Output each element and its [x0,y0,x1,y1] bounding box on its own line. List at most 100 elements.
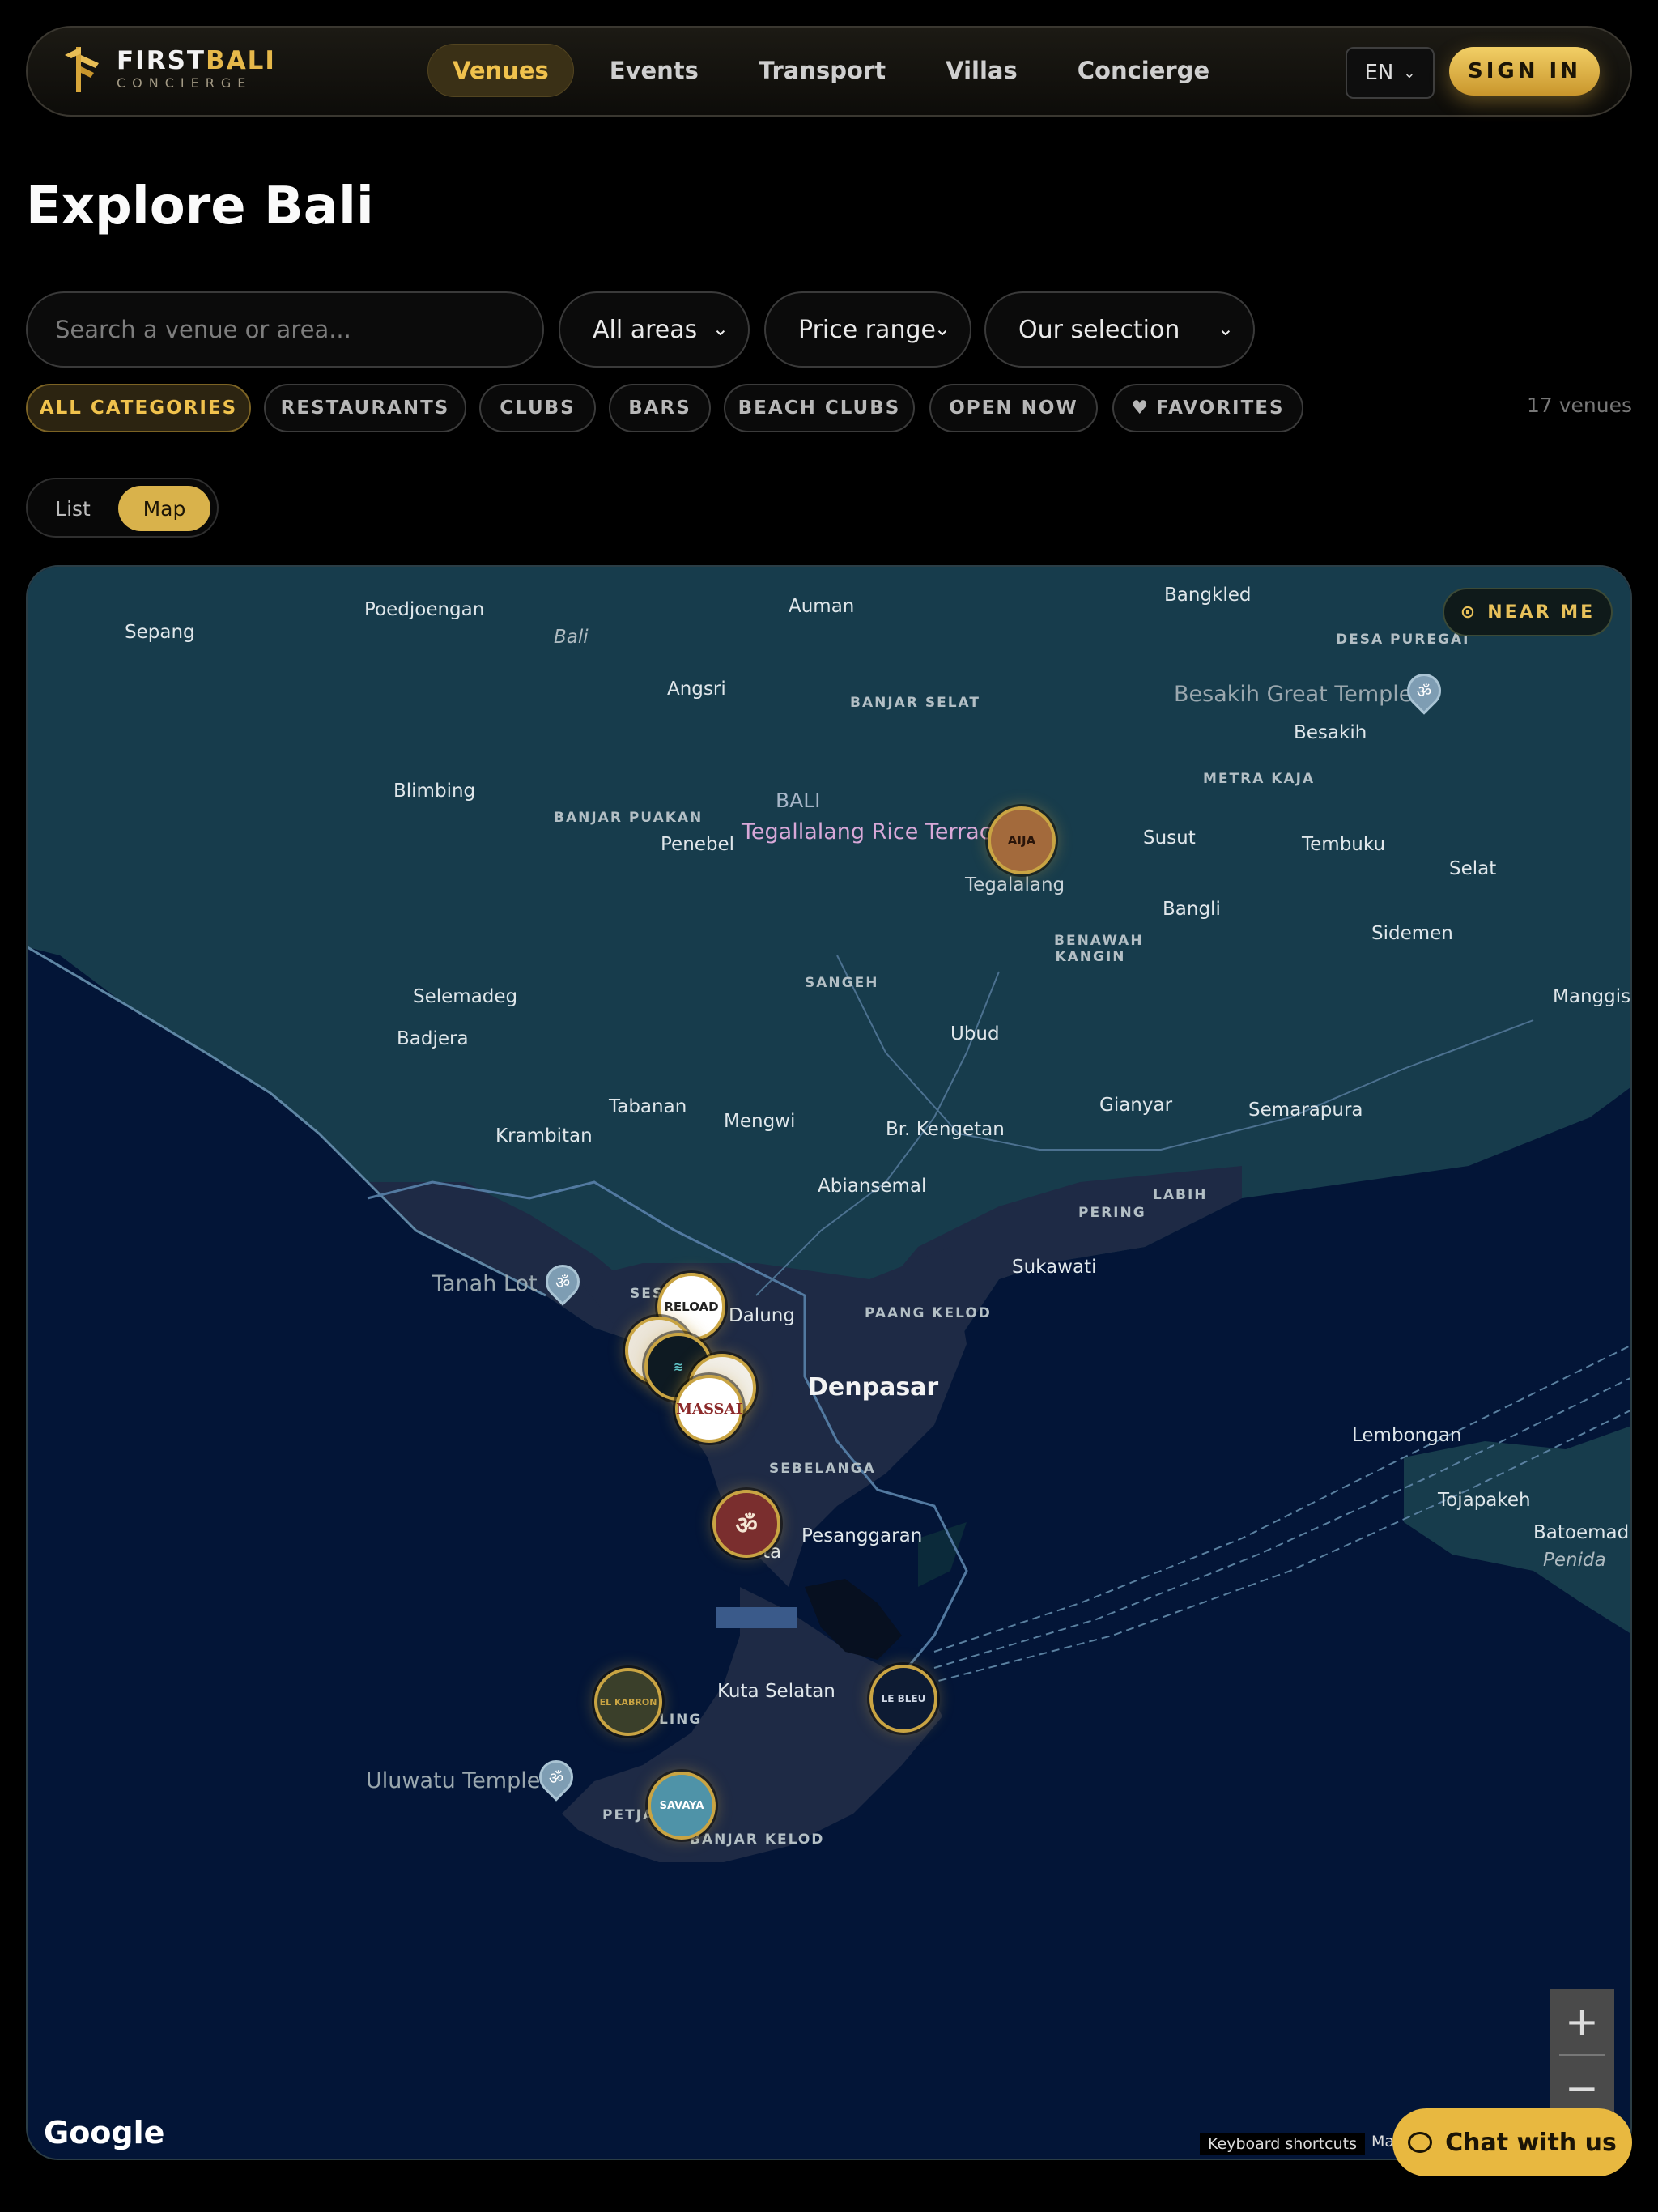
venue-marker-le-bleu-label: LE BLEU [881,1693,926,1704]
brand-logo[interactable]: FIRSTBALI CONCIERGE [60,44,276,94]
area-select[interactable]: All areas ⌄ [559,291,750,368]
list-view-button[interactable]: List [37,486,108,531]
map-label-labih: LABIH [1153,1187,1208,1203]
brand-tagline: CONCIERGE [117,74,253,91]
map-label-tabanan: Tabanan [609,1096,687,1117]
category-beach-clubs[interactable]: BEACH CLUBS [724,384,915,432]
price-select-value: Price range [798,315,936,344]
venue-marker-reload-label: RELOAD [664,1300,719,1314]
venue-marker-ganesha[interactable]: ॐ [712,1490,780,1558]
map-label-badjera: Badjera [397,1028,469,1049]
map-label-manggis: Manggis [1553,986,1631,1007]
category-restaurants[interactable]: RESTAURANTS [264,384,466,432]
venue-marker-el-kabron[interactable]: EL KABRON [594,1668,662,1736]
chat-button[interactable]: Chat with us [1392,2108,1632,2176]
area-select-value: All areas [593,315,698,344]
map-terrain [28,567,1630,1862]
map-view-button[interactable]: Map [118,486,210,531]
main-menu: Venues Events Transport Villas Concierge [427,44,1245,97]
map-label-bali: BALI [776,789,821,812]
map-label-sepang: Sepang [125,622,195,643]
chevron-down-icon: ⌄ [1217,317,1234,340]
map-label-sukawati: Sukawati [1012,1257,1097,1278]
map-label-gianyar: Gianyar [1099,1095,1173,1116]
google-logo: Google [44,2115,165,2150]
venue-marker-aija-label: AIJA [1007,833,1036,848]
map-label-bangkled: Bangkled [1164,585,1252,606]
map-label-sangeh: SANGEH [805,975,879,991]
venue-marker-savaya-label: SAVAYA [659,1799,704,1812]
map-label-penebel: Penebel [661,834,735,855]
map-label-benawah: BENAWAH KANGIN [1054,933,1144,965]
map-label-paang-kelod: PAANG KELOD [865,1305,992,1321]
chevron-down-icon: ⌄ [933,317,950,340]
category-all[interactable]: ALL CATEGORIES [26,384,251,432]
zoom-controls: + − [1550,1989,1614,2121]
map-label-mengwi: Mengwi [724,1111,796,1132]
map-label-besakih-temple: Besakih Great Temple [1174,682,1413,707]
nav-concierge[interactable]: Concierge [1053,44,1234,97]
venue-count: 17 venues [1526,393,1632,417]
nav-events[interactable]: Events [585,44,723,97]
map-label-bangli: Bangli [1163,899,1221,920]
map-label-tojapakeh: Tojapakeh [1438,1490,1531,1511]
map-label-tanah-lot: Tanah Lot [432,1271,538,1296]
map-label-banjar-kelod: BANJAR KELOD [690,1831,825,1848]
map-label-banjar-puakan: BANJAR PUAKAN [554,810,704,826]
venue-marker-aija[interactable]: AIJA [988,806,1056,874]
map-label-blimbing: Blimbing [393,781,476,802]
map-label-ling: LING [659,1712,703,1728]
ganesha-icon: ॐ [735,1511,758,1540]
brand-word-first: FIRST [117,45,206,75]
brand-word-bali: BALI [206,45,276,75]
price-select[interactable]: Price range ⌄ [764,291,971,368]
category-favorites[interactable]: ♥ FAVORITES [1112,384,1303,432]
map-label-desa-puregai: DESA PUREGAI [1336,632,1470,648]
map-label-susut: Susut [1143,827,1196,849]
zoom-in-button[interactable]: + [1550,1989,1614,2055]
map-label-selemadeg: Selemadeg [413,986,518,1007]
map-label-poedjoengan: Poedjoengan [364,599,485,620]
map-label-angsri: Angsri [667,678,726,700]
venue-map[interactable]: Sepang Poedjoengan Bali Auman Bangkled D… [26,565,1632,2160]
map-label-dalung: Dalung [729,1305,795,1326]
favorites-label: FAVORITES [1156,398,1285,419]
venue-marker-el-kabron-label: EL KABRON [599,1696,657,1708]
venue-marker-savaya[interactable]: SAVAYA [648,1772,716,1840]
map-label-tegalalang: Tegalalang [965,874,1065,895]
map-label-ubud: Ubud [950,1023,1000,1044]
map-label-denpasar: Denpasar [808,1373,939,1402]
category-clubs[interactable]: CLUBS [479,384,596,432]
wave-icon: ≋ [673,1359,684,1374]
map-data-link[interactable]: Ma [1371,2133,1394,2155]
chat-label: Chat with us [1445,2128,1617,2157]
nav-villas[interactable]: Villas [921,44,1042,97]
top-navigation: FIRSTBALI CONCIERGE Venues Events Transp… [26,26,1632,117]
map-label-sebelanga: SEBELANGA [769,1461,876,1477]
map-label-kengetan: Br. Kengetan [886,1119,1005,1140]
map-label-pering: PERING [1078,1205,1146,1221]
map-label-sidemen: Sidemen [1371,923,1453,944]
language-select[interactable]: EN ⌄ [1346,47,1435,99]
language-value: EN [1364,61,1394,85]
map-label-penida: Penida [1543,1550,1606,1571]
view-toggle: List Map [26,478,219,538]
category-bars[interactable]: BARS [609,384,711,432]
chevron-down-icon: ⌄ [1403,64,1416,82]
map-label-lembongan: Lembongan [1352,1425,1462,1446]
map-label-tembuku: Tembuku [1302,834,1386,855]
map-label-uluwatu: Uluwatu Temple [366,1768,541,1793]
near-me-label: NEAR ME [1487,602,1596,623]
near-me-button[interactable]: ⊙ NEAR ME [1443,588,1613,636]
nav-transport[interactable]: Transport [734,44,910,97]
venue-marker-le-bleu[interactable]: LE BLEU [869,1665,937,1733]
sort-select-value: Our selection [1018,315,1180,344]
category-open-now[interactable]: OPEN NOW [929,384,1098,432]
sort-select[interactable]: Our selection ⌄ [984,291,1255,368]
nav-venues[interactable]: Venues [427,44,574,97]
sign-in-button[interactable]: SIGN IN [1449,47,1600,96]
search-input[interactable]: Search a venue or area... [26,291,544,368]
map-label-batoemade: Batoemade [1533,1522,1632,1543]
venue-marker-massai[interactable]: MASSAI [675,1375,743,1443]
keyboard-shortcuts-link[interactable]: Keyboard shortcuts [1200,2133,1366,2155]
